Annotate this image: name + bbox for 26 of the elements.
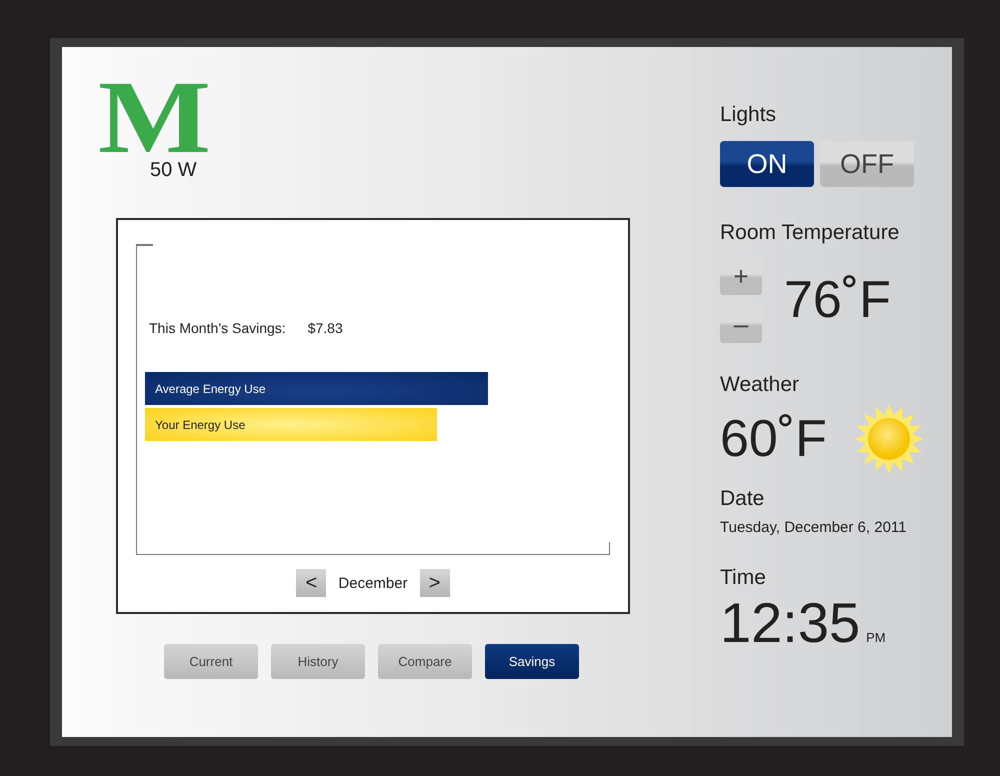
power-reading: 50 W xyxy=(150,159,197,182)
previous-month-button[interactable]: < xyxy=(296,569,326,597)
energy-bar: Your Energy Use xyxy=(145,408,438,441)
room-temperature-title: Room Temperature xyxy=(720,221,900,245)
weather-temperature: 60˚F xyxy=(720,409,827,469)
room-temperature-value: 76˚F xyxy=(784,270,891,330)
lights-title: Lights xyxy=(720,103,778,127)
savings-label: This Month’s Savings: xyxy=(149,320,286,336)
lights-toggle-option[interactable]: OFF xyxy=(820,141,914,187)
tab[interactable]: History xyxy=(271,644,365,679)
tab[interactable]: Current xyxy=(164,644,258,679)
energy-bar: Average Energy Use xyxy=(145,372,488,405)
next-month-button[interactable]: > xyxy=(420,569,450,597)
time-value: 12:35 xyxy=(720,590,860,655)
tab[interactable]: Compare xyxy=(378,644,472,679)
date-value: Tuesday, December 6, 2011 xyxy=(720,519,908,536)
date-title: Date xyxy=(720,487,766,511)
lights-toggle-option[interactable]: ON xyxy=(720,141,814,187)
logo-letter: M xyxy=(98,77,209,159)
sun-icon xyxy=(852,403,925,475)
time-title: Time xyxy=(720,566,767,590)
weather-title: Weather xyxy=(720,373,800,397)
tab[interactable]: Savings xyxy=(485,644,579,679)
month-label: December xyxy=(338,574,408,592)
time-period: PM xyxy=(866,630,886,645)
savings-value: $7.83 xyxy=(308,320,343,336)
